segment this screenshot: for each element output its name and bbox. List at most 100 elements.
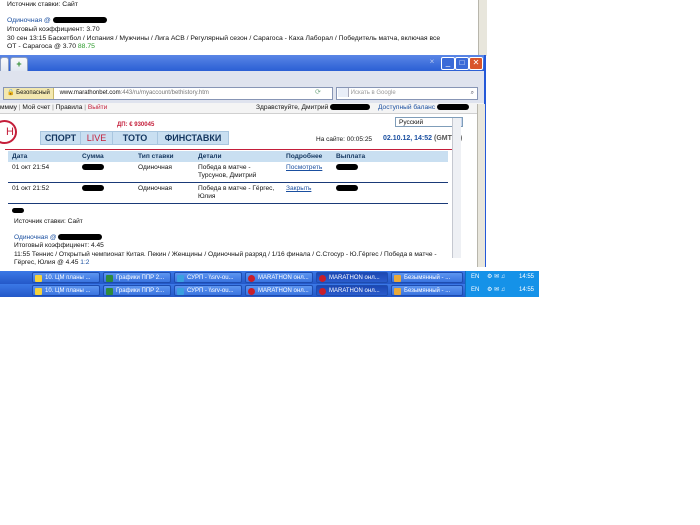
- col-amount: Сумма: [78, 151, 134, 162]
- lock-icon: 🔒: [7, 90, 15, 96]
- opera-icon: [248, 275, 255, 282]
- security-indicator: 🔒 Безопасный: [4, 88, 54, 99]
- redacted-block: [52, 17, 107, 24]
- ie-icon: [177, 275, 184, 282]
- col-payout: Выплата: [332, 151, 448, 162]
- tab-list-icon[interactable]: ×: [426, 57, 438, 68]
- table-row: 01 окт 21:54 Одиночная Победа в матче - …: [8, 162, 448, 183]
- red-divider: [5, 149, 452, 150]
- tray-icons[interactable]: ⚙ ✉ ♫: [481, 274, 505, 280]
- site-account-bar: ммму | Мой счет | Правила | Выйти Здравс…: [0, 103, 484, 114]
- taskbar-item[interactable]: MARATHON онл...: [245, 272, 313, 283]
- page-scrollbar[interactable]: [452, 118, 461, 258]
- language-indicator[interactable]: EN: [466, 274, 479, 280]
- paint-icon: [394, 288, 401, 295]
- row-type: Одиночная: [134, 162, 194, 183]
- window-scrollbar[interactable]: [477, 104, 485, 267]
- taskbar-item[interactable]: 10. ЦМ планы ...: [32, 285, 100, 296]
- row-type: Одиночная: [134, 182, 194, 204]
- col-type: Тип ставки: [134, 151, 194, 162]
- menu-logout[interactable]: Выйти: [88, 104, 108, 111]
- taskbar-item[interactable]: MARATHON онл...: [316, 272, 388, 283]
- google-icon[interactable]: [338, 88, 349, 97]
- nav-sport[interactable]: СПОРТ: [40, 131, 81, 145]
- close-button[interactable]: ✕: [469, 57, 483, 70]
- taskbar-item[interactable]: СУРП - \\srv-ou...: [174, 272, 242, 283]
- nav-toto[interactable]: ТОТО: [112, 131, 158, 145]
- detail-redacted: [12, 208, 24, 215]
- col-more: Подробнее: [282, 151, 332, 162]
- taskbar-item[interactable]: СУРП - \\srv-ou...: [174, 285, 242, 296]
- table-header-row: Дата Сумма Тип ставки Детали Подробнее В…: [8, 151, 448, 162]
- tab-bar: [0, 55, 484, 71]
- taskbar-item[interactable]: Графики ППР 2...: [103, 272, 171, 283]
- bg-bet-type: Одиночная @: [7, 17, 107, 25]
- nav-live[interactable]: LIVE: [80, 131, 113, 145]
- row-amount: [78, 182, 134, 204]
- menu-rules[interactable]: Правила: [56, 104, 83, 111]
- new-tab-button[interactable]: +: [10, 57, 28, 72]
- system-tray: EN ⚙ ✉ ♫ 14:55: [465, 271, 539, 284]
- minimize-button[interactable]: _: [441, 57, 455, 70]
- detail-coef: Итоговый коэффициент: 4.45: [14, 242, 104, 249]
- url-path: :443/ru/myaccount/bethistory.htm: [120, 90, 209, 96]
- bg-selection: ОТ - Сарагоса @ 3.70 88.75: [7, 43, 95, 50]
- opera-icon: [248, 288, 255, 295]
- paint-icon: [394, 275, 401, 282]
- opera-icon: [319, 288, 326, 295]
- tab-active[interactable]: [0, 57, 9, 72]
- ie-icon: [177, 288, 184, 295]
- time-on-site: На сайте: 00:05:25: [316, 136, 373, 143]
- taskbar-item[interactable]: Графики ППР 2...: [103, 285, 171, 296]
- nav-finstavki[interactable]: ФИНСТАВКИ: [157, 131, 229, 145]
- bet-history-table: Дата Сумма Тип ставки Детали Подробнее В…: [8, 151, 448, 204]
- col-date: Дата: [8, 151, 78, 162]
- reload-icon[interactable]: ⟳: [315, 88, 321, 96]
- row-payout: [332, 182, 448, 204]
- taskbar-item[interactable]: MARATHON онл...: [316, 285, 388, 296]
- detail-bet-type: Одиночная @: [14, 234, 103, 241]
- bg-coef: Итоговый коэффициент: 3.70: [7, 26, 100, 33]
- taskbar-item[interactable]: Безымянный - ...: [391, 285, 463, 296]
- clock[interactable]: 14:55: [519, 284, 534, 297]
- bg-scrollbar[interactable]: [478, 0, 487, 56]
- taskbar-item[interactable]: Безымянный - ...: [391, 272, 463, 283]
- excel-icon: [106, 288, 113, 295]
- detail-event: 11:55 Теннис / Открытый чемпионат Китая.…: [14, 251, 437, 266]
- excel-icon: [106, 275, 113, 282]
- table-row: 01 окт 21:52 Одиночная Победа в матче - …: [8, 182, 448, 204]
- menu-my-account[interactable]: Мой счет: [22, 104, 50, 111]
- menu-item[interactable]: ммму: [0, 104, 17, 111]
- url-domain: www.marathonbet.com: [59, 90, 121, 96]
- current-datetime: 02.10.12, 14:52 (GMT+3): [383, 135, 463, 142]
- opera-icon: [319, 275, 326, 282]
- detail-source: Источник ставки: Сайт: [14, 218, 83, 225]
- row-details: Победа в матче - Турсунов, Дмитрий: [194, 162, 282, 183]
- row-details: Победа в матче - Гёргес, Юлия: [194, 182, 282, 204]
- maximize-button[interactable]: □: [455, 57, 469, 70]
- folder-icon: [35, 288, 42, 295]
- tray-icons[interactable]: ⚙ ✉ ♫: [481, 287, 505, 293]
- bg-event: 30 сен 13:15 Баскетбол / Испания / Мужчи…: [7, 35, 441, 42]
- row-date: 01 окт 21:52: [8, 182, 78, 204]
- taskbar: 10. ЦМ планы ... Графики ППР 2... СУРП -…: [0, 271, 539, 284]
- col-details: Детали: [194, 151, 282, 162]
- system-tray: EN ⚙ ✉ ♫ 14:55: [465, 284, 539, 297]
- taskbar-item[interactable]: MARATHON онл...: [245, 285, 313, 296]
- clock[interactable]: 14:55: [519, 271, 534, 284]
- account-number: ДП: € 930045: [117, 122, 155, 128]
- taskbar-secondary: 10. ЦМ планы ... Графики ППР 2... СУРП -…: [0, 284, 539, 297]
- row-payout: [332, 162, 448, 183]
- balance[interactable]: Доступный баланс: [378, 103, 469, 113]
- address-bar[interactable]: 🔒 Безопасный www.marathonbet.com:443/ru/…: [3, 87, 333, 100]
- row-more-link[interactable]: Посмотреть: [282, 162, 332, 183]
- search-box[interactable]: Искать в Google ⌕: [336, 87, 478, 100]
- search-icon[interactable]: ⌕: [471, 88, 474, 99]
- taskbar-item[interactable]: 10. ЦМ планы ...: [32, 272, 100, 283]
- row-date: 01 окт 21:54: [8, 162, 78, 183]
- folder-icon: [35, 275, 42, 282]
- row-more-link[interactable]: Закрыть: [282, 182, 332, 204]
- language-indicator[interactable]: EN: [466, 287, 479, 293]
- greeting: Здравствуйте, Дмитрий: [256, 103, 371, 113]
- row-amount: [78, 162, 134, 183]
